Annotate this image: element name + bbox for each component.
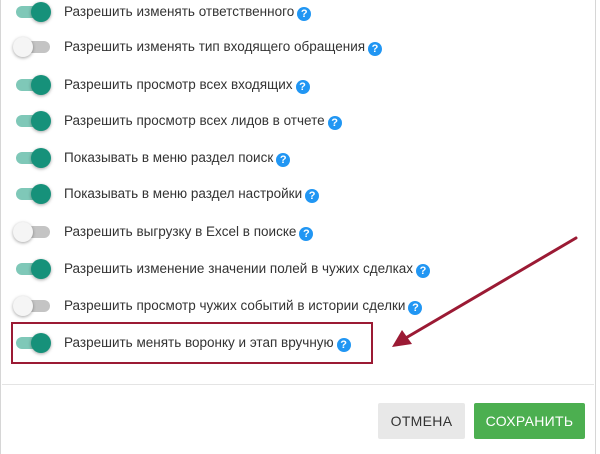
annotation-highlight-box	[11, 322, 373, 364]
toggle-switch[interactable]	[13, 148, 51, 168]
setting-row: Разрешить изменение значении полей в чуж…	[13, 257, 431, 281]
setting-label-text: Разрешить изменять тип входящего обращен…	[64, 39, 366, 54]
setting-label: Разрешить просмотр всех входящих?	[64, 76, 310, 94]
setting-row: Разрешить просмотр всех лидов в отчете?	[13, 109, 342, 133]
toggle-switch[interactable]	[13, 75, 51, 95]
toggle-switch[interactable]	[13, 184, 51, 204]
setting-label-text: Разрешить просмотр всех лидов в отчете	[64, 113, 325, 128]
question-icon[interactable]: ?	[295, 80, 310, 94]
setting-label: Разрешить просмотр всех лидов в отчете?	[64, 112, 342, 130]
toggle-knob	[31, 2, 51, 22]
toggle-knob	[31, 259, 51, 279]
cancel-button[interactable]: ОТМЕНА	[378, 403, 465, 439]
toggle-knob	[31, 184, 51, 204]
question-icon[interactable]: ?	[297, 7, 312, 21]
toggle-knob	[31, 111, 51, 131]
toggle-switch[interactable]	[13, 296, 51, 316]
toggle-switch[interactable]	[13, 2, 51, 22]
setting-row: Разрешить изменять тип входящего обращен…	[13, 35, 383, 59]
setting-label: Разрешить изменять тип входящего обращен…	[64, 38, 383, 56]
save-button[interactable]: СОХРАНИТЬ	[474, 403, 585, 439]
toggle-knob	[13, 296, 33, 316]
setting-label-text: Разрешить выгрузку в Excel в поиске	[64, 224, 297, 239]
toggle-switch[interactable]	[13, 111, 51, 131]
footer-divider	[2, 384, 594, 385]
toggle-knob	[31, 148, 51, 168]
question-icon[interactable]: ?	[305, 189, 320, 203]
question-icon[interactable]: ?	[368, 42, 383, 56]
setting-row: Показывать в меню раздел поиск?	[13, 146, 291, 170]
setting-label: Разрешить просмотр чужих событий в истор…	[64, 297, 423, 315]
setting-label: Разрешить выгрузку в Excel в поиске?	[64, 223, 314, 241]
setting-label-text: Разрешить просмотр чужих событий в истор…	[64, 298, 406, 313]
toggle-switch[interactable]	[13, 259, 51, 279]
setting-label-text: Разрешить изменение значении полей в чуж…	[64, 261, 414, 276]
setting-label-text: Разрешить просмотр всех входящих	[64, 77, 293, 92]
question-icon[interactable]: ?	[327, 116, 342, 130]
setting-label: Разрешить изменение значении полей в чуж…	[64, 260, 431, 278]
toggle-switch[interactable]	[13, 37, 51, 57]
toggle-knob	[13, 222, 33, 242]
toggle-knob	[31, 75, 51, 95]
setting-label: Разрешить изменять ответственного?	[64, 3, 312, 21]
setting-label-text: Показывать в меню раздел поиск	[64, 150, 274, 165]
permissions-panel: Разрешить изменять ответственного? Разре…	[0, 0, 596, 454]
setting-label: Показывать в меню раздел настройки?	[64, 185, 320, 203]
setting-label-text: Разрешить изменять ответственного	[64, 4, 295, 19]
setting-label-text: Показывать в меню раздел настройки	[64, 186, 303, 201]
question-icon[interactable]: ?	[299, 227, 314, 241]
toggle-switch[interactable]	[13, 222, 51, 242]
setting-row: Разрешить просмотр всех входящих?	[13, 73, 310, 97]
question-icon[interactable]: ?	[416, 264, 431, 278]
setting-row: Разрешить просмотр чужих событий в истор…	[13, 294, 423, 318]
question-icon[interactable]: ?	[408, 301, 423, 315]
setting-row: Показывать в меню раздел настройки?	[13, 182, 320, 206]
setting-row: Разрешить выгрузку в Excel в поиске?	[13, 220, 314, 244]
toggle-knob	[13, 37, 33, 57]
setting-row: Разрешить изменять ответственного?	[13, 0, 312, 24]
question-icon[interactable]: ?	[276, 153, 291, 167]
setting-label: Показывать в меню раздел поиск?	[64, 149, 291, 167]
